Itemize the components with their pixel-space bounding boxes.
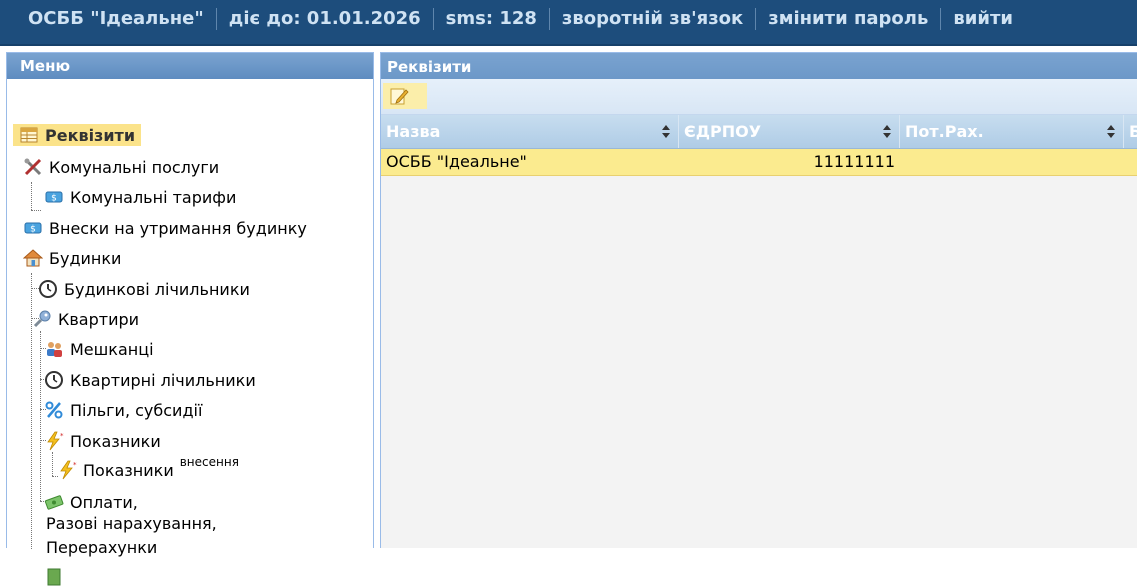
- column-label: ЄДРПОУ: [684, 122, 762, 141]
- svg-text:*: *: [73, 461, 77, 469]
- change-password-link[interactable]: змінити пароль: [756, 8, 940, 30]
- menu-item-superscript: внесення: [179, 455, 239, 469]
- svg-text:$: $: [51, 194, 57, 204]
- menu-item-utilities[interactable]: Комунальні послуги: [23, 156, 219, 178]
- menu-item-residents[interactable]: Мешканці: [44, 338, 154, 360]
- menu-item-maintenance-fees[interactable]: $ Внески на утримання будинку: [23, 217, 307, 239]
- menu-item-readings-entry[interactable]: * Показники внесення: [57, 455, 239, 481]
- menu-item-label: Квартири: [58, 309, 140, 329]
- sort-icon: [662, 125, 670, 138]
- menu-item-partial[interactable]: [44, 566, 70, 588]
- menu-item-label: Будинкові лічильники: [64, 279, 250, 299]
- content-panel: Реквізити Назва ЄДРПОУ Пот.Рах. Б ОСББ "…: [380, 52, 1137, 548]
- money-icon: [44, 495, 64, 510]
- sms-counter[interactable]: sms: 128: [434, 8, 549, 30]
- edit-button[interactable]: [383, 83, 427, 109]
- column-label: Назва: [386, 122, 441, 141]
- column-label: Пот.Рах.: [905, 122, 984, 141]
- key-icon: [33, 310, 51, 328]
- menu-item-label: Пільги, субсидії: [70, 400, 203, 420]
- column-header-name[interactable]: Назва: [381, 115, 679, 148]
- menu-panel: Меню Реквізити Комунальні послуги $ Кому…: [6, 52, 374, 586]
- menu-item-label: Мешканці: [70, 339, 154, 359]
- menu-item-label: Комунальні послуги: [49, 157, 220, 177]
- menu-item-apartment-meters[interactable]: Квартирні лічильники: [44, 369, 256, 391]
- money-tag-icon: $: [24, 222, 42, 235]
- cell-account: [900, 149, 1124, 175]
- cell-edrpou: 11111111: [813, 152, 895, 171]
- org-name[interactable]: ОСББ "Ідеальне": [15, 8, 216, 30]
- clock-icon: [39, 280, 57, 298]
- lightning-icon: *: [60, 460, 77, 480]
- menu-item-label: Комунальні тарифи: [70, 187, 237, 207]
- table-icon: [20, 127, 38, 143]
- menu-item-readings[interactable]: * Показники: [44, 430, 161, 452]
- document-icon: [47, 568, 61, 586]
- column-label: Б: [1129, 122, 1137, 141]
- menu-item-payments-line2[interactable]: Разові нарахування,: [46, 512, 217, 535]
- cell-name: ОСББ "Ідеальне": [386, 152, 527, 171]
- menu-item-label: Реквізити: [45, 125, 136, 145]
- menu-item-payments-line3[interactable]: Перерахунки: [46, 536, 157, 559]
- column-header-edrpou[interactable]: ЄДРПОУ: [679, 115, 900, 148]
- sort-icon: [883, 125, 891, 138]
- logout-link[interactable]: вийти: [941, 8, 1025, 30]
- menu-item-apartments[interactable]: Квартири: [32, 308, 139, 330]
- svg-text:*: *: [60, 432, 64, 440]
- clock-icon: [45, 371, 63, 389]
- tree-line: [52, 452, 53, 476]
- percent-icon: [45, 401, 63, 419]
- content-title: Реквізити: [381, 53, 1137, 79]
- money-tag-icon: $: [45, 191, 63, 204]
- edit-icon: [390, 88, 409, 105]
- top-bar: ОСББ "Ідеальне" діє до: 01.01.2026 sms: …: [0, 0, 1137, 46]
- menu-item-utility-tariffs[interactable]: $ Комунальні тарифи: [44, 186, 236, 208]
- sort-icon: [1107, 125, 1115, 138]
- table-row[interactable]: ОСББ "Ідеальне" 11111111: [381, 149, 1137, 176]
- column-header-account[interactable]: Пот.Рах.: [900, 115, 1124, 148]
- top-nav: ОСББ "Ідеальне" діє до: 01.01.2026 sms: …: [0, 0, 1137, 38]
- tools-icon: [24, 158, 42, 176]
- menu-item-building-meters[interactable]: Будинкові лічильники: [38, 278, 250, 300]
- feedback-link[interactable]: зворотній зв'язок: [550, 8, 755, 30]
- people-icon: [47, 342, 62, 357]
- column-header-extra[interactable]: Б: [1124, 115, 1137, 148]
- menu-item-payments[interactable]: Оплати,: [44, 491, 138, 513]
- cell-extra: [1124, 149, 1137, 175]
- menu-item-buildings[interactable]: Будинки: [23, 247, 121, 269]
- menu-item-label: Внески на утримання будинку: [49, 218, 307, 238]
- menu-item-label: Квартирні лічильники: [70, 370, 256, 390]
- menu-item-benefits[interactable]: Пільги, субсидії: [44, 399, 202, 421]
- tree-line: [31, 210, 41, 211]
- menu-item-label: Показники: [83, 460, 174, 480]
- menu-item-label: Оплати,: [70, 492, 138, 512]
- menu-title: Меню: [7, 53, 373, 79]
- tree-line: [31, 182, 32, 210]
- svg-text:$: $: [30, 225, 36, 235]
- menu-item-label: Будинки: [49, 248, 122, 268]
- menu-item-requisites[interactable]: Реквізити: [13, 124, 142, 146]
- menu-item-label: Показники: [70, 431, 161, 451]
- toolbar: [381, 79, 1137, 115]
- grid-header: Назва ЄДРПОУ Пот.Рах. Б: [381, 115, 1137, 149]
- house-icon: [23, 249, 43, 267]
- lightning-icon: *: [47, 431, 64, 451]
- valid-until: діє до: 01.01.2026: [228, 8, 421, 29]
- tree-line: [40, 331, 41, 501]
